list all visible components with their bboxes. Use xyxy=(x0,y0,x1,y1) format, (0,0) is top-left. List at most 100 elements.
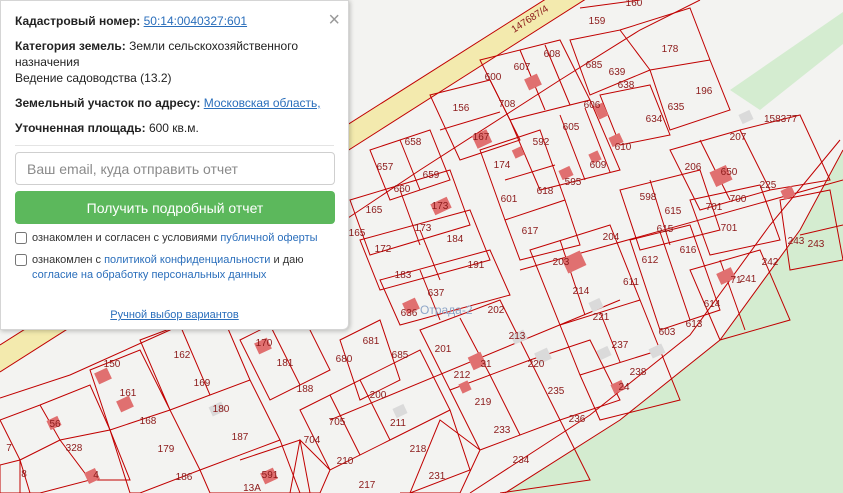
plot-number[interactable]: 4 xyxy=(93,470,99,481)
plot-number[interactable]: 639 xyxy=(609,67,626,78)
plot-number[interactable]: 592 xyxy=(533,137,550,148)
plot-number[interactable]: 212 xyxy=(454,370,471,381)
plot-number[interactable]: 615 xyxy=(657,224,674,235)
plot-number[interactable]: 231 xyxy=(429,471,446,482)
plot-number[interactable]: 150 xyxy=(104,359,121,370)
plot-number[interactable]: 636 xyxy=(401,308,418,319)
plot-number[interactable]: 591 xyxy=(262,470,279,481)
plot-number[interactable]: 241 xyxy=(740,274,757,285)
plot-number[interactable]: 610 xyxy=(615,142,632,153)
personal-data-consent-link[interactable]: согласие на обработку персональных данны… xyxy=(32,269,266,281)
plot-number[interactable]: 181 xyxy=(277,358,294,369)
plot-number[interactable]: 704 xyxy=(304,435,321,446)
plot-number[interactable]: 184 xyxy=(447,234,464,245)
plot-number[interactable]: 637 xyxy=(428,288,445,299)
plot-number[interactable]: 162 xyxy=(174,350,191,361)
plot-number[interactable]: 615 xyxy=(665,206,682,217)
plot-number[interactable]: 183 xyxy=(395,270,412,281)
plot-number[interactable]: 217 xyxy=(359,480,376,491)
plot-number[interactable]: 201 xyxy=(435,344,452,355)
plot-number[interactable]: 31 xyxy=(480,359,492,370)
plot-number[interactable]: 56 xyxy=(49,419,61,430)
plot-number[interactable]: 243 xyxy=(808,239,825,250)
plot-number[interactable]: 242 xyxy=(762,257,779,268)
plot-number[interactable]: 174 xyxy=(494,160,511,171)
plot-number[interactable]: 156 xyxy=(453,103,470,114)
plot-number[interactable]: 658 xyxy=(405,137,422,148)
plot-number[interactable]: 172 xyxy=(375,244,392,255)
plot-number[interactable]: 213 xyxy=(509,331,526,342)
plot-number[interactable]: 221 xyxy=(593,312,610,323)
plot-number[interactable]: 237 xyxy=(612,340,629,351)
cadastral-number-link[interactable]: 50:14:0040327:601 xyxy=(144,14,247,28)
plot-number[interactable]: 701 xyxy=(721,223,738,234)
plot-number[interactable]: 165 xyxy=(366,205,383,216)
plot-number[interactable]: 700 xyxy=(730,194,747,205)
plot-number[interactable]: 211 xyxy=(390,418,406,429)
plot-number[interactable]: 170 xyxy=(256,338,273,349)
plot-number[interactable]: 617 xyxy=(522,226,539,237)
plot-number[interactable]: 13А xyxy=(243,483,261,493)
plot-number[interactable]: 220 xyxy=(528,359,545,370)
plot-number[interactable]: 685 xyxy=(392,350,409,361)
plot-number[interactable]: 681 xyxy=(363,336,380,347)
address-link[interactable]: Московская область, xyxy=(204,96,321,110)
plot-number[interactable]: 173 xyxy=(415,223,432,234)
plot-number[interactable]: 207 xyxy=(730,132,747,143)
close-icon[interactable]: × xyxy=(328,10,340,30)
plot-number[interactable]: 598 xyxy=(640,192,657,203)
plot-number[interactable]: 611 xyxy=(623,277,639,288)
plot-number[interactable]: 168 xyxy=(140,416,157,427)
plot-number[interactable]: 328 xyxy=(66,443,83,454)
plot-number[interactable]: 236 xyxy=(569,414,586,425)
plot-number[interactable]: 214 xyxy=(573,286,590,297)
plot-number[interactable]: 169 xyxy=(194,378,211,389)
plot-number[interactable]: 165 xyxy=(349,228,366,239)
plot-number[interactable]: 634 xyxy=(646,114,663,125)
plot-number[interactable]: 210 xyxy=(337,456,354,467)
plot-number[interactable]: 607 xyxy=(514,62,531,73)
plot-number[interactable]: 609 xyxy=(590,160,607,171)
plot-number[interactable]: 178 xyxy=(662,44,679,55)
plot-number[interactable]: 24 xyxy=(618,382,630,393)
plot-number[interactable]: 660 xyxy=(394,184,411,195)
plot-number[interactable]: 206 xyxy=(685,162,702,173)
public-offer-link[interactable]: публичной оферты xyxy=(220,232,317,244)
plot-number[interactable]: 601 xyxy=(501,194,518,205)
plot-number[interactable]: 606 xyxy=(584,100,601,111)
plot-number[interactable]: 225 xyxy=(760,180,777,191)
plot-number[interactable]: 202 xyxy=(488,305,505,316)
plot-number[interactable]: 167 xyxy=(473,132,490,143)
plot-number[interactable]: 618 xyxy=(537,186,554,197)
plot-number[interactable]: 612 xyxy=(642,255,659,266)
plot-number[interactable]: 218 xyxy=(410,444,427,455)
consent-offer-checkbox[interactable] xyxy=(15,232,27,244)
plot-number[interactable]: 680 xyxy=(336,354,353,365)
plot-number[interactable]: 613 xyxy=(686,319,703,330)
plot-number[interactable]: 173 xyxy=(432,201,449,212)
plot-number[interactable]: 603 xyxy=(659,327,676,338)
plot-number[interactable]: 187 xyxy=(232,432,249,443)
plot-number[interactable]: 234 xyxy=(513,455,530,466)
plot-number[interactable]: 161 xyxy=(120,388,137,399)
plot-number[interactable]: 708 xyxy=(499,99,516,110)
plot-number[interactable]: 191 xyxy=(468,260,485,271)
plot-number[interactable]: 180 xyxy=(213,404,230,415)
get-report-button[interactable]: Получить подробный отчет xyxy=(15,191,335,224)
plot-number[interactable]: 635 xyxy=(668,102,685,113)
plot-number[interactable]: 219 xyxy=(475,397,492,408)
plot-number[interactable]: 614 xyxy=(704,299,721,310)
plot-number[interactable]: 235 xyxy=(548,386,565,397)
plot-number[interactable]: 659 xyxy=(423,170,440,181)
plot-number[interactable]: 71 xyxy=(730,275,742,286)
plot-number[interactable]: 8 xyxy=(21,469,27,480)
plot-number[interactable]: 159 xyxy=(589,16,606,27)
plot-number[interactable]: 179 xyxy=(158,444,175,455)
plot-number[interactable]: 595 xyxy=(565,177,582,188)
plot-number[interactable]: 650 xyxy=(721,167,738,178)
plot-number[interactable]: 608 xyxy=(544,49,561,60)
plot-number[interactable]: 160 xyxy=(626,0,643,9)
plot-number[interactable]: 657 xyxy=(377,162,394,173)
plot-number[interactable]: 204 xyxy=(603,232,620,243)
plot-number[interactable]: 605 xyxy=(563,122,580,133)
